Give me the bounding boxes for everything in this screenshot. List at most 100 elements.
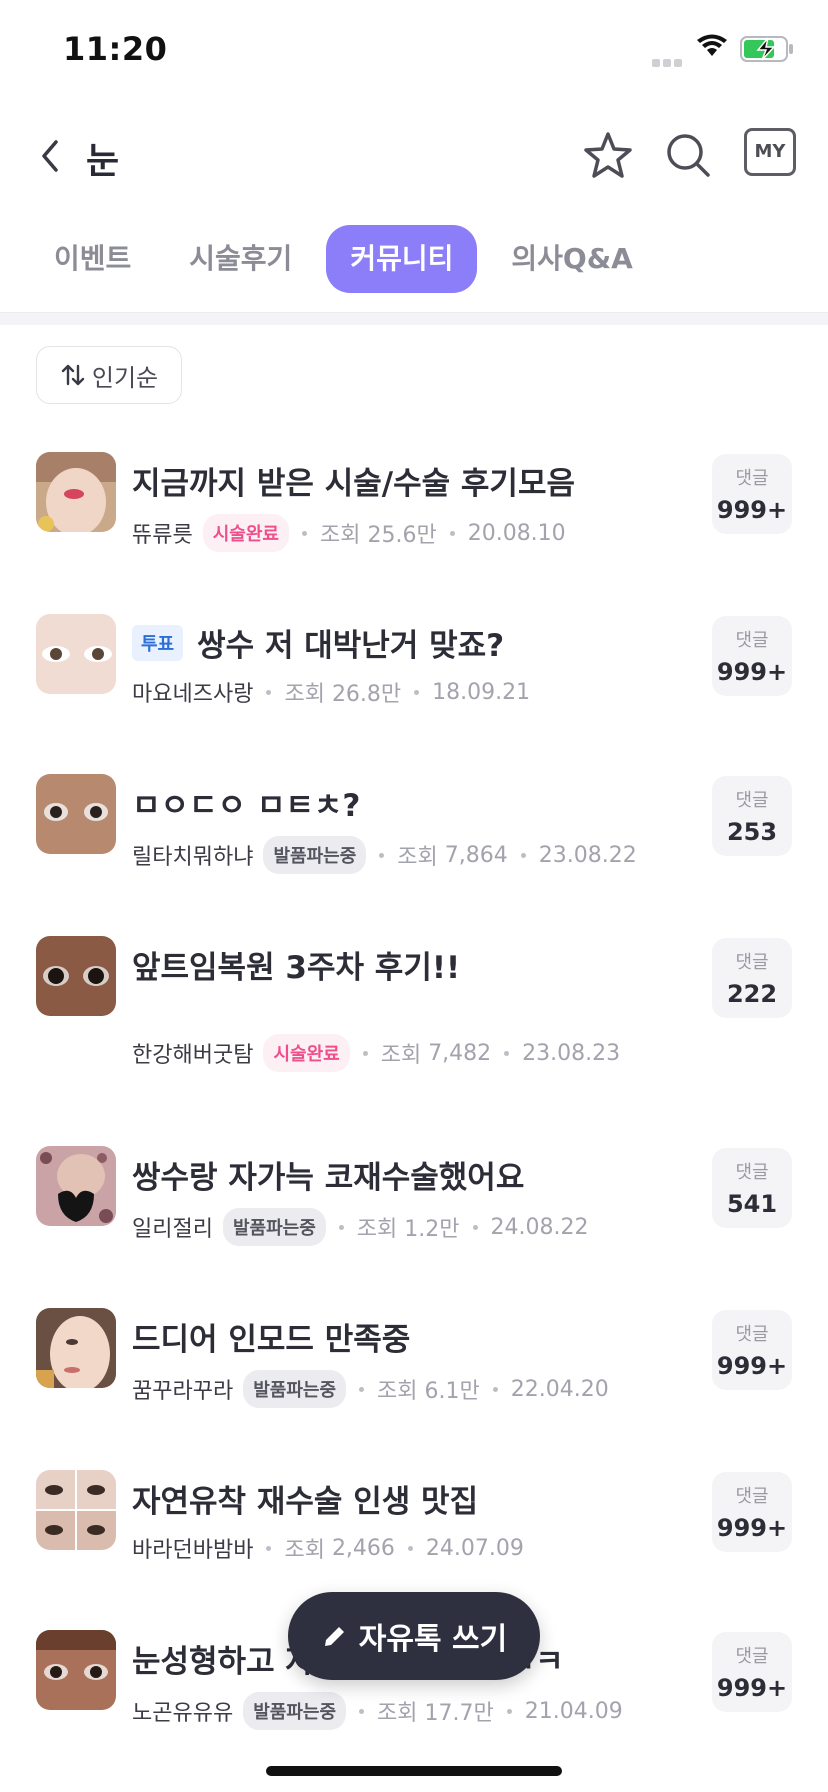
tab-doctor-qa[interactable]: 의사Q&A bbox=[487, 225, 656, 293]
status-badge: 발품파는중 bbox=[243, 1370, 347, 1408]
comment-number: 999+ bbox=[716, 496, 788, 524]
post-title: 투표 쌍수 저 대박난거 맞죠? bbox=[132, 620, 504, 665]
post-meta: 일리절리 발품파는중 조회 1.2만 24.08.22 bbox=[132, 1208, 588, 1246]
post-author: 노곤유유유 bbox=[132, 1701, 234, 1726]
post-views: 2,466 bbox=[331, 1535, 395, 1561]
post-thumbnail bbox=[36, 774, 116, 854]
sort-button[interactable]: 인기순 bbox=[36, 346, 182, 404]
post-date: 23.08.23 bbox=[522, 1040, 621, 1066]
post-author: 꿈꾸라꾸라 bbox=[132, 1379, 234, 1404]
comment-count: 댓글 999+ bbox=[712, 616, 792, 696]
post-views: 25.6만 bbox=[367, 523, 437, 548]
post-author: 한강해버굿탐 bbox=[132, 1043, 254, 1068]
post-views: 17.7만 bbox=[424, 1701, 494, 1726]
post-views: 6.1만 bbox=[424, 1379, 480, 1404]
comment-number: 541 bbox=[726, 1190, 778, 1218]
post-date: 23.08.22 bbox=[538, 842, 637, 868]
post-views: 7,864 bbox=[444, 842, 508, 868]
post-title: 지금까지 받은 시술/수술 후기모음 bbox=[132, 466, 575, 502]
status-bar: 11:20 bbox=[0, 0, 828, 100]
status-badge: 시술완료 bbox=[202, 514, 289, 552]
post-meta: 노곤유유유 발품파는중 조회 17.7만 21.04.09 bbox=[132, 1692, 623, 1730]
post-date: 20.08.10 bbox=[467, 520, 566, 546]
post-thumbnail bbox=[36, 1308, 116, 1388]
status-badge: 발품파는중 bbox=[243, 1692, 347, 1730]
my-page-button[interactable]: MY bbox=[744, 128, 796, 176]
comment-label: 댓글 bbox=[735, 1486, 769, 1507]
views-label: 조회 bbox=[356, 1217, 398, 1242]
post-title: 쌍수랑 자가늑 코재수술했어요 bbox=[132, 1160, 525, 1196]
comment-count: 댓글 541 bbox=[712, 1148, 792, 1228]
status-time: 11:20 bbox=[63, 30, 168, 68]
post-author: 일리절리 bbox=[132, 1217, 213, 1242]
comment-count: 댓글 999+ bbox=[712, 454, 792, 534]
cellular-signal-icon bbox=[652, 52, 685, 71]
status-badge: 시술완료 bbox=[263, 1034, 350, 1072]
post-thumbnail bbox=[36, 936, 116, 1016]
post-thumbnail bbox=[36, 614, 116, 694]
views-label: 조회 bbox=[284, 1538, 325, 1563]
tab-review[interactable]: 시술후기 bbox=[165, 225, 316, 293]
post-thumbnail bbox=[36, 1146, 116, 1226]
section-divider bbox=[0, 312, 828, 325]
post-meta: 뜌류릇 시술완료 조회 25.6만 20.08.10 bbox=[132, 514, 566, 552]
post-title: 앞트임복원 3주차 후기!! bbox=[132, 950, 461, 986]
sort-label: 인기순 bbox=[91, 363, 159, 392]
post-title: 드디어 인모드 만족중 bbox=[132, 1322, 411, 1358]
post-meta: 바라던바밤바 조회 2,466 24.07.09 bbox=[132, 1532, 524, 1564]
vote-tag: 투표 bbox=[132, 624, 184, 661]
post-views: 26.8만 bbox=[331, 682, 402, 707]
comment-number: 999+ bbox=[716, 1514, 788, 1542]
sort-arrows-icon bbox=[61, 364, 85, 386]
post-title: 자연유착 재수술 인생 맛집 bbox=[132, 1484, 479, 1520]
page-title: 눈 bbox=[86, 141, 120, 182]
post-title: ㅁㅇㄷㅇ ㅁㅌㅊ? bbox=[132, 788, 361, 824]
comment-count: 댓글 253 bbox=[712, 776, 792, 856]
post-meta: 꿈꾸라꾸라 발품파는중 조회 6.1만 22.04.20 bbox=[132, 1370, 609, 1408]
tab-community[interactable]: 커뮤니티 bbox=[326, 225, 478, 293]
comment-label: 댓글 bbox=[735, 1324, 769, 1345]
comment-count: 댓글 999+ bbox=[712, 1472, 792, 1552]
post-thumbnail bbox=[36, 452, 116, 532]
comment-label: 댓글 bbox=[735, 630, 769, 651]
comment-count: 댓글 222 bbox=[712, 938, 792, 1018]
views-label: 조회 bbox=[380, 1043, 422, 1068]
post-meta: 한강해버굿탐 시술완료 조회 7,482 23.08.23 bbox=[132, 1034, 620, 1072]
pencil-icon bbox=[324, 1627, 344, 1646]
post-thumbnail bbox=[36, 1470, 116, 1550]
views-label: 조회 bbox=[284, 682, 325, 707]
write-post-button[interactable]: 자유톡 쓰기 bbox=[288, 1592, 540, 1680]
comment-label: 댓글 bbox=[735, 952, 769, 973]
comment-count: 댓글 999+ bbox=[712, 1310, 792, 1390]
battery-charging-icon bbox=[740, 36, 793, 62]
post-author: 뜌류릇 bbox=[132, 523, 193, 548]
home-indicator bbox=[266, 1766, 562, 1776]
comment-number: 222 bbox=[726, 980, 778, 1008]
status-badge: 발품파는중 bbox=[222, 1208, 326, 1246]
comment-number: 253 bbox=[726, 818, 778, 846]
back-chevron-icon[interactable] bbox=[36, 134, 64, 178]
comment-count: 댓글 999+ bbox=[712, 1632, 792, 1712]
comment-label: 댓글 bbox=[735, 1162, 769, 1183]
views-label: 조회 bbox=[319, 523, 361, 548]
post-meta: 마요네즈사랑 조회 26.8만 18.09.21 bbox=[132, 676, 530, 708]
tab-event[interactable]: 이벤트 bbox=[30, 225, 155, 293]
comment-number: 999+ bbox=[716, 1674, 788, 1702]
post-author: 마요네즈사랑 bbox=[132, 682, 254, 707]
comment-number: 999+ bbox=[716, 658, 788, 686]
post-date: 24.07.09 bbox=[425, 1535, 524, 1561]
top-nav: 눈 MY bbox=[0, 112, 828, 202]
post-views: 7,482 bbox=[428, 1040, 492, 1066]
post-date: 22.04.20 bbox=[510, 1376, 609, 1402]
post-date: 21.04.09 bbox=[524, 1698, 623, 1724]
post-thumbnail bbox=[36, 1630, 116, 1710]
comment-label: 댓글 bbox=[735, 790, 769, 811]
comment-label: 댓글 bbox=[735, 1646, 769, 1667]
post-views: 1.2만 bbox=[404, 1217, 460, 1242]
search-icon[interactable] bbox=[658, 126, 718, 186]
star-icon[interactable] bbox=[578, 126, 638, 186]
views-label: 조회 bbox=[377, 1701, 418, 1726]
post-author: 바라던바밤바 bbox=[132, 1538, 254, 1563]
post-date: 24.08.22 bbox=[490, 1214, 589, 1240]
post-meta: 릴타치뭐하냐 발품파는중 조회 7,864 23.08.22 bbox=[132, 836, 637, 874]
